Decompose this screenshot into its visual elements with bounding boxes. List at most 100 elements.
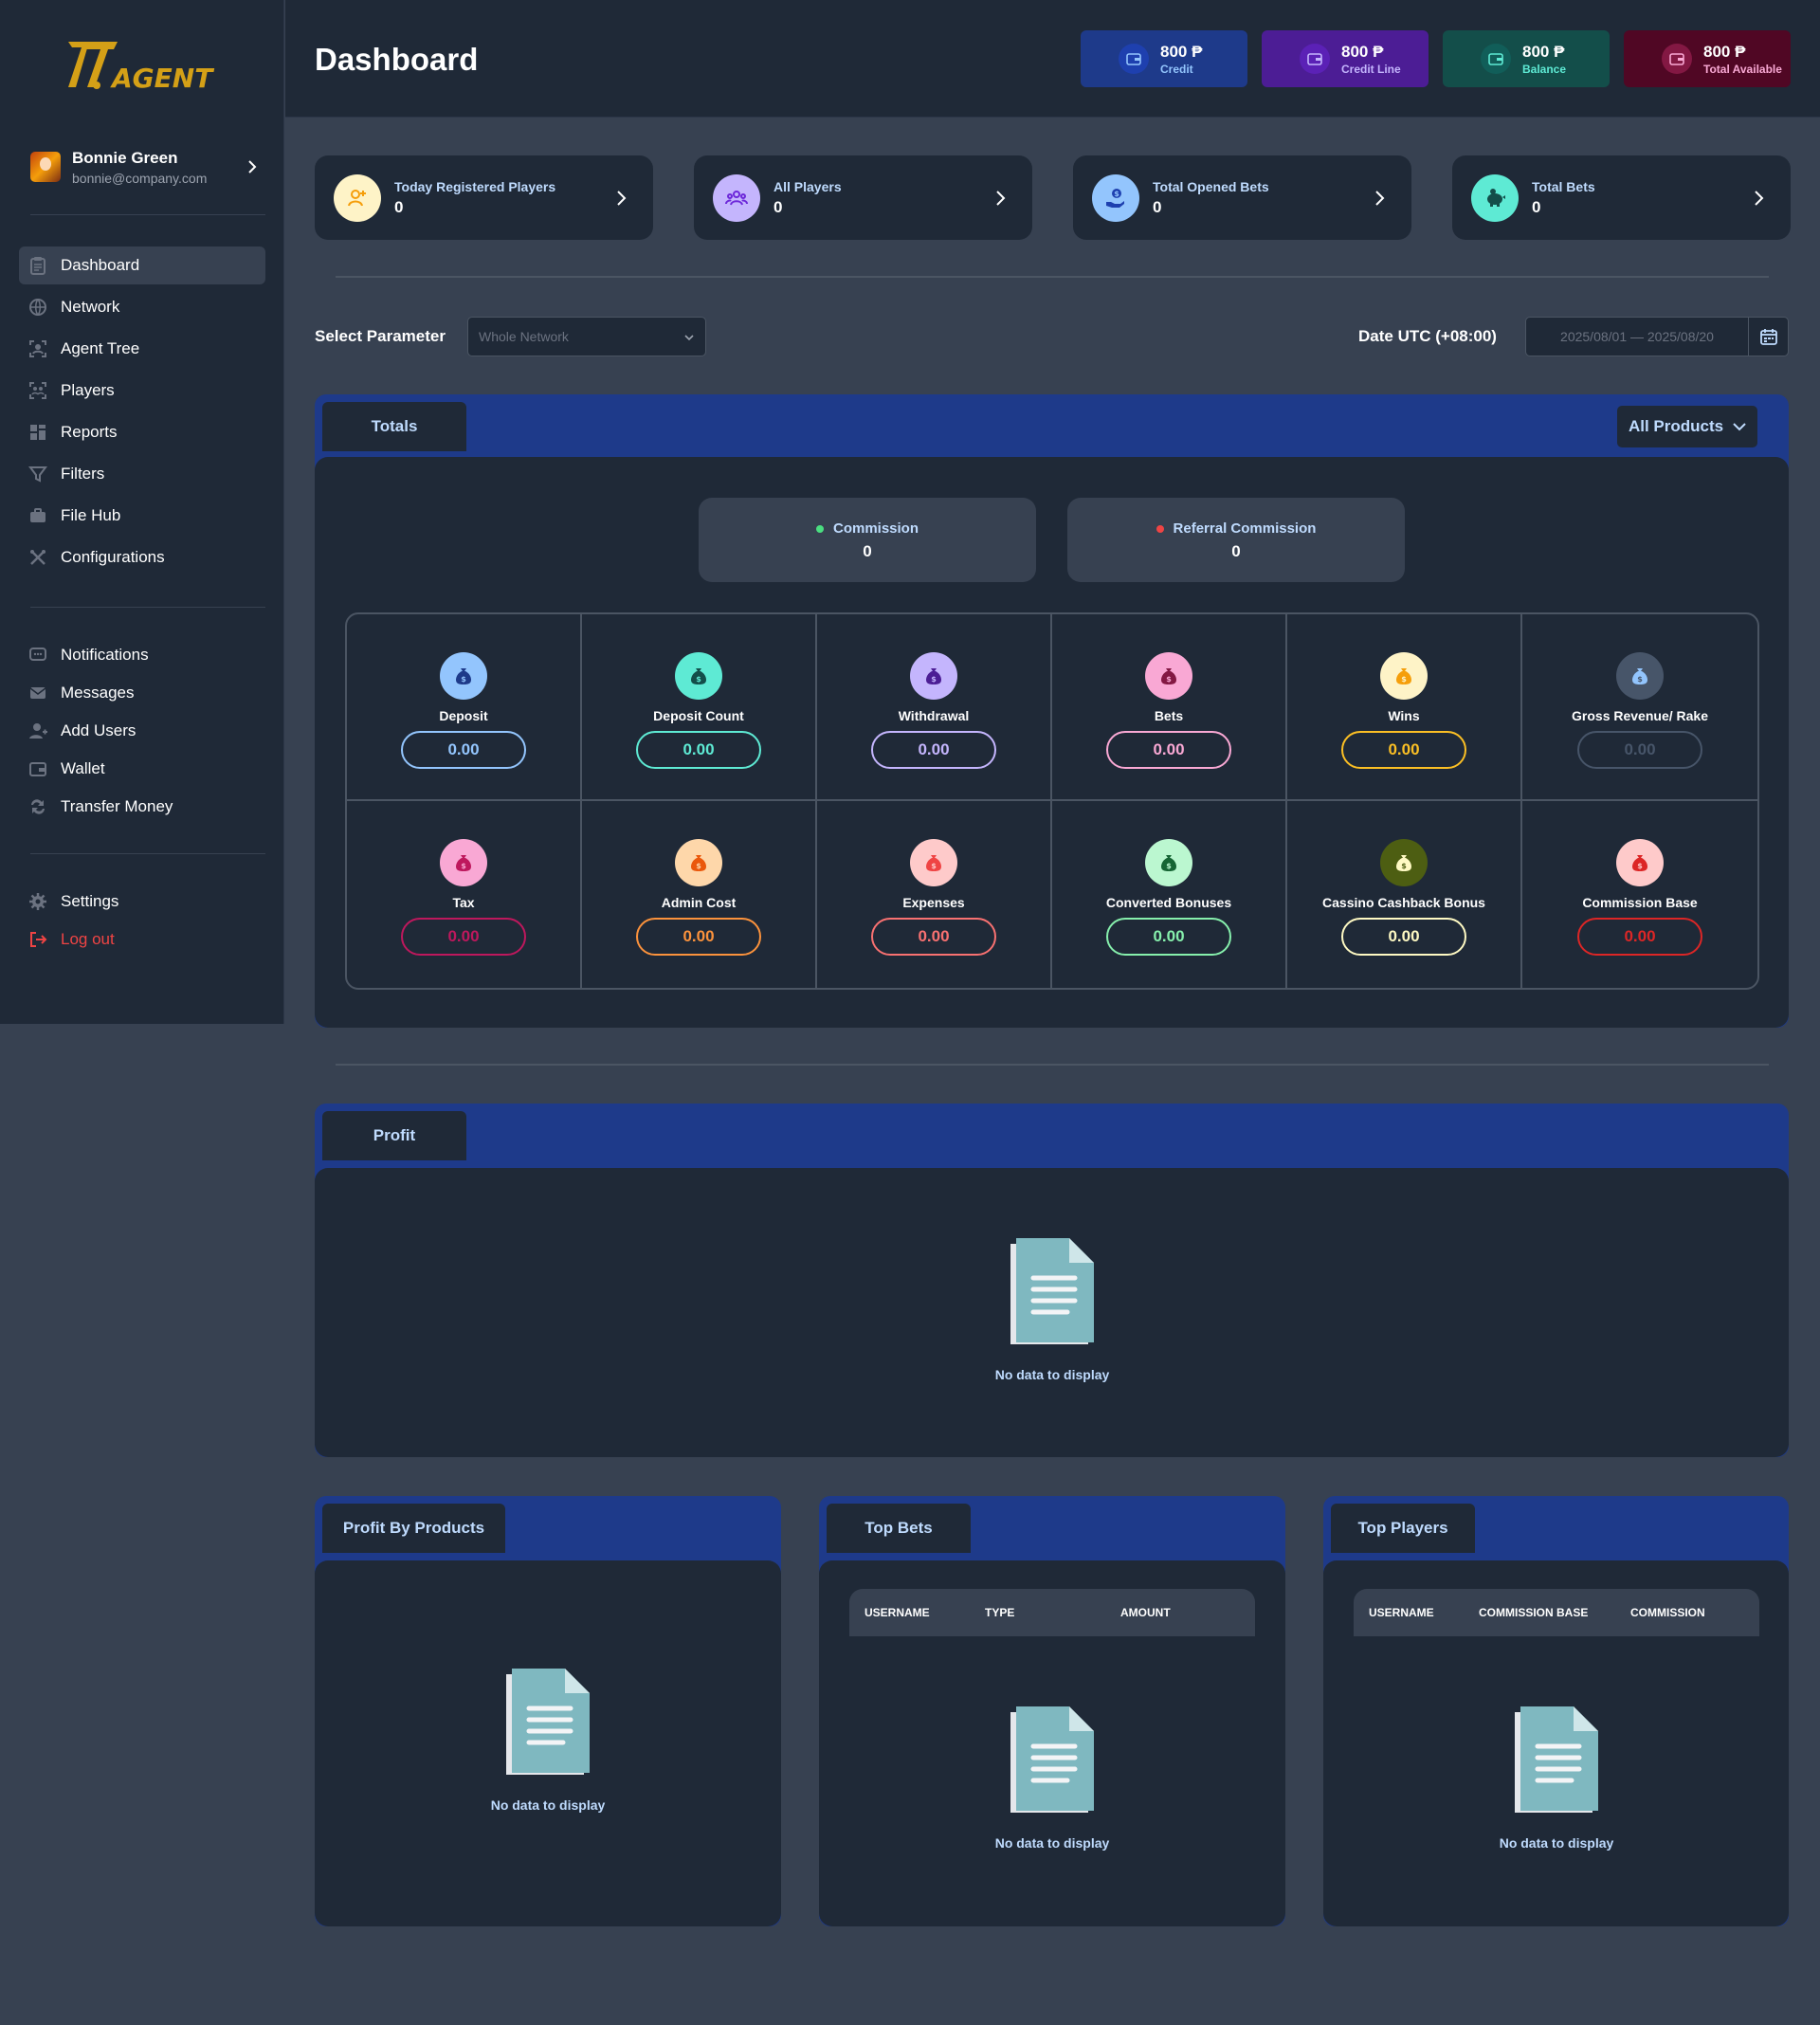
nav-label: Wallet bbox=[61, 759, 105, 777]
agent-tree-icon bbox=[27, 338, 48, 359]
tab-profit-by-products[interactable]: Profit By Products bbox=[322, 1504, 505, 1553]
nav-settings[interactable]: Settings bbox=[19, 885, 265, 919]
totals-cell-label: Gross Revenue/ Rake bbox=[1572, 708, 1708, 723]
nav-notifications[interactable]: Notifications bbox=[19, 638, 265, 672]
totals-cell-label: Deposit bbox=[439, 708, 488, 723]
account-nav: Settings Log out bbox=[19, 885, 265, 960]
user-name: Bonnie Green bbox=[72, 148, 178, 167]
profit-panel: Profit No data to display bbox=[315, 1104, 1789, 1457]
svg-text:$: $ bbox=[1637, 862, 1643, 870]
status-dot bbox=[815, 524, 824, 533]
sidebar: AGENT Bonnie Green bonnie@company.com Da… bbox=[0, 0, 284, 1024]
credit-line-chip[interactable]: 800 ₱ Credit Line bbox=[1262, 30, 1429, 87]
summary-card-today-registered[interactable]: Today Registered Players 0 bbox=[315, 155, 653, 240]
tab-top-players[interactable]: Top Players bbox=[1331, 1504, 1475, 1553]
nav-logout[interactable]: Log out bbox=[19, 922, 265, 957]
divider bbox=[30, 853, 265, 854]
total-available-chip[interactable]: 800 ₱ Total Available bbox=[1624, 30, 1791, 87]
chevron-right-icon[interactable] bbox=[608, 190, 634, 207]
envelope-icon bbox=[27, 683, 48, 703]
totals-cell-value: 0.00 bbox=[1341, 918, 1466, 956]
parameter-select-value: Whole Network bbox=[479, 329, 569, 344]
empty-state: No data to display bbox=[948, 1234, 1156, 1382]
tab-totals[interactable]: Totals bbox=[322, 402, 466, 451]
nav-label: File Hub bbox=[61, 506, 121, 524]
totals-cell: $ Admin Cost 0.00 bbox=[582, 801, 817, 988]
user-profile[interactable]: Bonnie Green bonnie@company.com bbox=[30, 148, 262, 186]
chevron-down-icon bbox=[684, 329, 694, 344]
players-icon bbox=[27, 380, 48, 401]
document-icon bbox=[506, 1669, 590, 1775]
parameter-select[interactable]: Whole Network bbox=[467, 317, 706, 356]
divider bbox=[336, 276, 1769, 278]
money-bag-icon: $ bbox=[440, 839, 487, 886]
nav-transfer-money[interactable]: Transfer Money bbox=[19, 790, 265, 824]
date-range-input[interactable]: 2025/08/01 — 2025/08/20 bbox=[1525, 317, 1789, 356]
nav-network[interactable]: Network bbox=[19, 288, 265, 326]
money-bag-icon: $ bbox=[440, 652, 487, 700]
column-header[interactable]: TYPE bbox=[985, 1606, 1120, 1619]
totals-cell: $ Deposit Count 0.00 bbox=[582, 614, 817, 801]
nav-messages[interactable]: Messages bbox=[19, 676, 265, 710]
document-icon bbox=[1010, 1238, 1094, 1344]
logo[interactable]: AGENT bbox=[59, 38, 229, 94]
column-header[interactable]: USERNAME bbox=[849, 1606, 985, 1619]
all-products-dropdown[interactable]: All Products bbox=[1617, 406, 1757, 447]
all-products-label: All Products bbox=[1628, 417, 1724, 435]
nav-file-hub[interactable]: File Hub bbox=[19, 497, 265, 535]
svg-text:$: $ bbox=[931, 675, 937, 684]
table-header: USERNAME TYPE AMOUNT bbox=[849, 1589, 1255, 1636]
nav-add-users[interactable]: Add Users bbox=[19, 714, 265, 748]
wallet-icon bbox=[1119, 44, 1149, 74]
balance-chip[interactable]: 800 ₱ Balance bbox=[1443, 30, 1610, 87]
nav-label: Filters bbox=[61, 465, 105, 483]
summary-value: 0 bbox=[394, 197, 404, 216]
nav-label: Add Users bbox=[61, 721, 136, 739]
chevron-right-icon[interactable] bbox=[1366, 190, 1392, 207]
column-header[interactable]: USERNAME bbox=[1354, 1606, 1479, 1619]
summary-card-total-bets[interactable]: Total Bets 0 bbox=[1452, 155, 1791, 240]
totals-cell-value: 0.00 bbox=[401, 918, 526, 956]
nav-label: Notifications bbox=[61, 646, 149, 664]
summary-card-total-opened-bets[interactable]: $ Total Opened Bets 0 bbox=[1073, 155, 1411, 240]
nav-label: Players bbox=[61, 381, 115, 399]
profit-by-products-panel: Profit By Products No data to display bbox=[315, 1496, 781, 1926]
nav-agent-tree[interactable]: Agent Tree bbox=[19, 330, 265, 368]
date-range-value: 2025/08/01 — 2025/08/20 bbox=[1560, 329, 1714, 344]
tools-icon bbox=[27, 547, 48, 568]
chevron-right-icon[interactable] bbox=[987, 190, 1013, 207]
chevron-right-icon[interactable] bbox=[243, 157, 262, 176]
column-header[interactable]: COMMISSION BASE bbox=[1479, 1606, 1630, 1619]
credit-chip[interactable]: 800 ₱ Credit bbox=[1081, 30, 1247, 87]
totals-cell: $ Tax 0.00 bbox=[347, 801, 582, 988]
chevron-right-icon[interactable] bbox=[1745, 190, 1772, 207]
referral-commission-value: 0 bbox=[1231, 542, 1241, 560]
tab-top-bets[interactable]: Top Bets bbox=[827, 1504, 971, 1553]
empty-state: No data to display bbox=[1452, 1703, 1661, 1851]
chip-label: Credit bbox=[1160, 62, 1193, 76]
user-plus-icon bbox=[334, 173, 381, 222]
wallet-icon bbox=[1300, 44, 1330, 74]
calendar-icon[interactable] bbox=[1748, 318, 1788, 356]
nav-label: Settings bbox=[61, 892, 119, 910]
chip-value: 800 ₱ bbox=[1522, 42, 1565, 61]
page-title: Dashboard bbox=[315, 42, 479, 77]
svg-text:$: $ bbox=[696, 862, 701, 870]
totals-cell: $ Gross Revenue/ Rake 0.00 bbox=[1522, 614, 1757, 801]
column-header[interactable]: AMOUNT bbox=[1120, 1606, 1255, 1619]
nav-reports[interactable]: Reports bbox=[19, 413, 265, 451]
status-dot bbox=[1156, 524, 1164, 533]
commission-value: 0 bbox=[863, 542, 872, 560]
money-bag-icon: $ bbox=[1616, 839, 1664, 886]
nav-wallet[interactable]: Wallet bbox=[19, 752, 265, 786]
tab-profit[interactable]: Profit bbox=[322, 1111, 466, 1160]
nav-players[interactable]: Players bbox=[19, 372, 265, 410]
nav-filters[interactable]: Filters bbox=[19, 455, 265, 493]
nav-dashboard[interactable]: Dashboard bbox=[19, 246, 265, 284]
commission-card: Commission 0 bbox=[699, 498, 1036, 582]
totals-cell-value: 0.00 bbox=[1106, 918, 1231, 956]
main-nav: Dashboard Network Agent Tree Players Rep… bbox=[19, 246, 265, 580]
column-header[interactable]: COMMISSION bbox=[1630, 1606, 1759, 1619]
summary-card-all-players[interactable]: All Players 0 bbox=[694, 155, 1032, 240]
nav-configurations[interactable]: Configurations bbox=[19, 538, 265, 576]
